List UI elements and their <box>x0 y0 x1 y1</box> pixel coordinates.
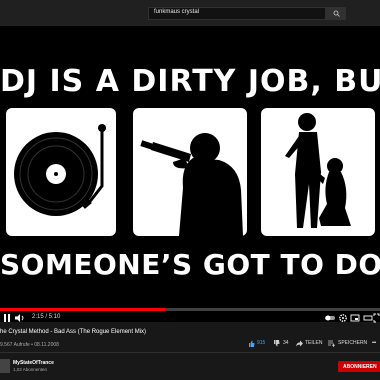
player-controls: 2:15 / 5:10 <box>0 311 380 325</box>
video-headline-top: DJ IS A DIRTY JOB, BUT <box>0 64 380 99</box>
thumbs-up-icon[interactable] <box>248 340 255 347</box>
save-button[interactable]: SPEICHERN <box>338 340 367 346</box>
miniplayer-icon[interactable] <box>350 313 360 323</box>
fullscreen-icon[interactable] <box>373 313 380 323</box>
divider <box>0 352 380 353</box>
video-player[interactable]: DJ IS A DIRTY JOB, BUT SOMEONE’S GOT TO … <box>0 26 380 322</box>
share-icon[interactable] <box>296 340 303 347</box>
search-button[interactable] <box>326 7 346 20</box>
more-actions-icon[interactable]: ••• <box>372 340 376 346</box>
save-playlist-icon[interactable] <box>328 340 335 347</box>
volume-icon[interactable] <box>14 313 26 323</box>
search-query: funkmaus crystal <box>154 9 200 15</box>
dislike-count: 34 <box>283 340 289 346</box>
video-meta: 9.567 Aufrufe • 08.11.2008 <box>0 342 59 348</box>
autoplay-toggle-icon[interactable] <box>325 313 335 323</box>
settings-gear-icon[interactable] <box>338 313 348 323</box>
time-display: 2:15 / 5:10 <box>32 314 61 320</box>
pause-icon[interactable] <box>3 313 11 323</box>
channel-avatar[interactable] <box>0 359 10 373</box>
subscribe-label: ABONNIEREN <box>343 364 377 370</box>
video-headline-bottom: SOMEONE’S GOT TO DO IT <box>0 248 380 281</box>
share-button[interactable]: TEILEN <box>305 340 323 346</box>
couple-silhouette-icon <box>285 113 351 228</box>
video-info: he Crystal Method - Bad Ass (The Rogue E… <box>0 325 380 380</box>
couple-panel <box>261 108 375 236</box>
turntable-panel <box>6 108 116 236</box>
drinking-person-icon <box>140 133 243 236</box>
video-title: he Crystal Method - Bad Ass (The Rogue E… <box>0 329 147 335</box>
theater-mode-icon[interactable] <box>363 313 373 323</box>
top-bar: funkmaus crystal <box>0 0 380 26</box>
thumbs-down-icon[interactable] <box>273 340 280 347</box>
subscriber-count: 1,02 Abonnenten <box>13 367 48 372</box>
like-count: 915 <box>257 340 266 346</box>
drinking-panel <box>133 108 247 236</box>
channel-name[interactable]: MyStateOfTrance <box>13 360 54 366</box>
vinyl-turntable-icon <box>14 124 106 216</box>
subscribe-button[interactable]: ABONNIEREN <box>338 361 380 372</box>
search-icon <box>333 10 340 17</box>
search-input[interactable]: funkmaus crystal <box>148 7 326 20</box>
